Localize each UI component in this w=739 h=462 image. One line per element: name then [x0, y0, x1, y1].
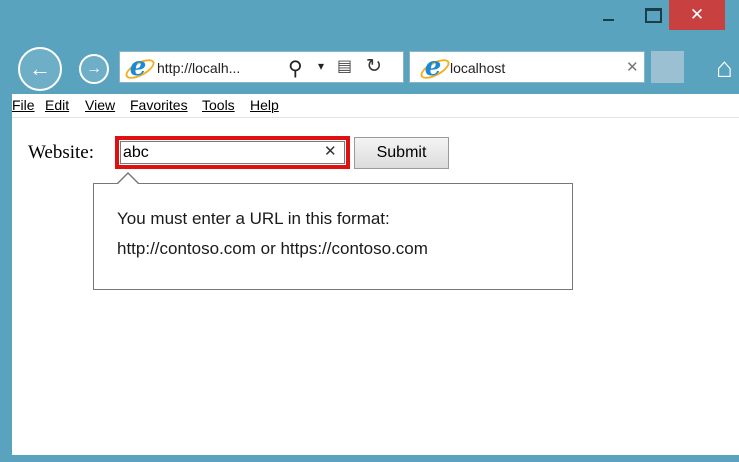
maximize-button[interactable] — [638, 0, 668, 30]
menu-help[interactable]: Help — [250, 97, 279, 113]
address-bar[interactable]: e http://localh... ⚲ ▾ ▤ ↻ — [119, 51, 404, 83]
validation-tooltip: You must enter a URL in this format: htt… — [93, 172, 573, 290]
search-icon[interactable]: ⚲ — [288, 56, 303, 81]
refresh-icon[interactable]: ↻ — [366, 55, 382, 78]
menu-bar: File Edit View Favorites Tools Help — [12, 94, 739, 118]
minimize-button[interactable] — [593, 0, 623, 30]
menu-file[interactable]: File — [12, 97, 35, 113]
tab-close-icon[interactable]: ✕ — [626, 58, 639, 76]
close-icon: ✕ — [689, 5, 705, 24]
tab-title: localhost — [450, 60, 506, 76]
tooltip-arrow-inner — [117, 174, 139, 185]
tab-ie-logo-icon: e — [424, 52, 442, 82]
title-bar: ✕ — [0, 0, 739, 44]
menu-view[interactable]: View — [85, 97, 115, 113]
home-icon[interactable]: ⌂ — [716, 52, 733, 84]
forward-arrow-icon: → — [86, 60, 102, 77]
submit-button[interactable]: Submit — [354, 137, 449, 169]
forward-button[interactable]: → — [79, 54, 109, 84]
window-bottom-border — [0, 455, 739, 462]
new-tab-button[interactable] — [651, 51, 684, 83]
clear-input-icon[interactable]: ✕ — [324, 142, 337, 160]
invalid-field-highlight: ✕ — [115, 136, 350, 169]
menu-tools[interactable]: Tools — [202, 97, 235, 113]
website-label: Website: — [28, 142, 95, 163]
chevron-down-icon[interactable]: ▾ — [318, 59, 324, 73]
tab-localhost[interactable]: e localhost ✕ — [409, 51, 645, 83]
back-arrow-icon: ← — [29, 56, 51, 81]
ie-logo-icon: e — [129, 52, 147, 82]
page-content: Website: ✕ Submit You must enter a URL i… — [12, 118, 739, 455]
tooltip-line-1: You must enter a URL in this format: — [117, 209, 390, 228]
browser-window: ✕ ← → e http://localh... ⚲ ▾ ▤ ↻ e local… — [0, 0, 739, 462]
address-url[interactable]: http://localh... — [157, 60, 240, 76]
close-button[interactable]: ✕ — [669, 0, 725, 30]
menu-favorites[interactable]: Favorites — [130, 97, 188, 113]
navigation-bar: ← → e http://localh... ⚲ ▾ ▤ ↻ e localho… — [0, 44, 739, 94]
back-button[interactable]: ← — [18, 47, 62, 91]
compatibility-view-icon[interactable]: ▤ — [337, 56, 352, 76]
website-input[interactable] — [120, 141, 345, 164]
menu-edit[interactable]: Edit — [45, 97, 69, 113]
tooltip-line-2: http://contoso.com or https://contoso.co… — [117, 239, 428, 258]
